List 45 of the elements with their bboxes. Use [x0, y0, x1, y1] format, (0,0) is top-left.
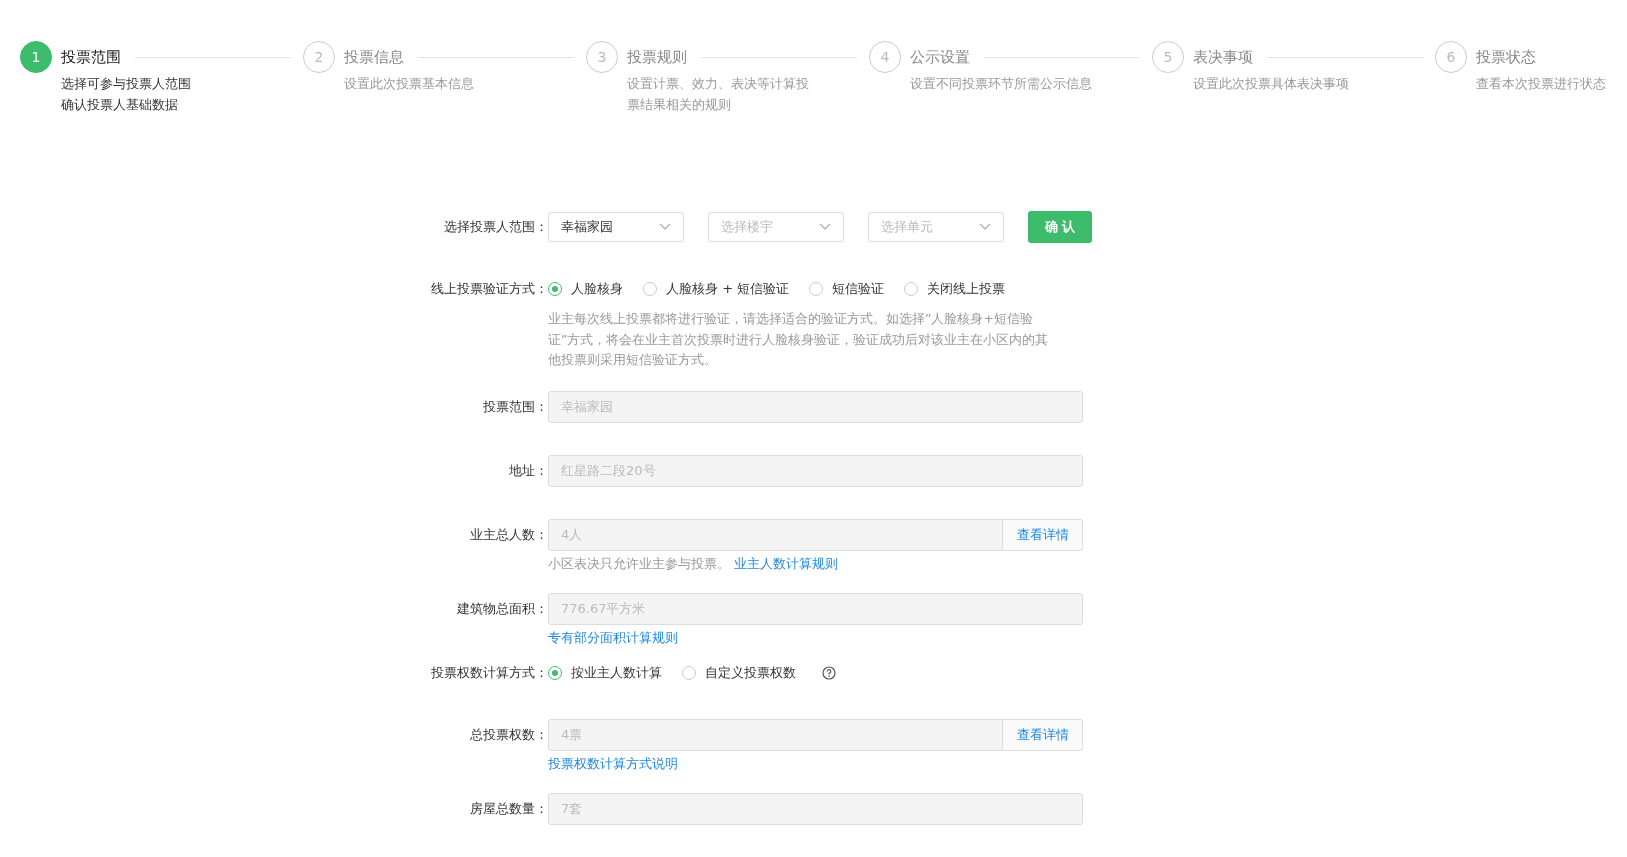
help-icon[interactable] — [822, 665, 836, 680]
radio-option[interactable]: 按业主人数计算 — [548, 663, 662, 682]
confirm-button[interactable]: 确 认 — [1028, 211, 1092, 243]
field-label: 线上投票验证方式： — [430, 280, 548, 298]
radio-option[interactable]: 自定义投票权数 — [682, 663, 796, 682]
field-label: 业主总人数： — [469, 525, 548, 544]
rules-link[interactable]: 专有部分面积计算规则 — [548, 629, 678, 645]
field-label: 总投票权数： — [469, 725, 548, 744]
step-description: 查看本次投票进行状态 — [1476, 75, 1607, 93]
step-description: 设置此次投票基本信息 — [344, 75, 475, 93]
field-label: 投票范围： — [482, 397, 548, 416]
help-text: 业主每次线上投票都将进行验证，请选择适合的验证方式。如选择”人脸核身+短信验证”方式，将会在业主首次投票时进行人脸核身验证，验证成功后对该业主在小区内的其他投票则采用短信验证方式。 — [548, 310, 1050, 369]
radio-option[interactable]: 人脸核身 — [548, 280, 623, 298]
rules-link[interactable]: 投票权数计算方式说明 — [548, 755, 678, 771]
chevron-down-icon — [819, 223, 831, 231]
step-title: 投票范围 — [61, 47, 121, 67]
field-label: 建筑物总面积： — [456, 599, 548, 618]
step-title: 公示设置 — [910, 47, 970, 67]
hint-text: 小区表决只允许业主参与投票。 — [548, 555, 730, 571]
step-description: 设置此次投票具体表决事项 — [1193, 75, 1350, 93]
rules-link[interactable]: 业主人数计算规则 — [734, 555, 839, 571]
field-label: 选择投票人范围： — [443, 218, 548, 236]
chevron-down-icon — [659, 223, 671, 231]
field-label: 投票权数计算方式： — [430, 663, 548, 682]
chevron-down-icon — [979, 223, 991, 231]
radio-option[interactable]: 人脸核身 + 短信验证 — [643, 280, 790, 298]
dropdown[interactable]: 幸福家园 — [548, 212, 684, 242]
view-details-button[interactable]: 查看详情 — [1003, 718, 1083, 751]
step-number[interactable]: 1 — [20, 41, 52, 73]
radio-option[interactable]: 关闭线上投票 — [904, 280, 1006, 298]
field-label: 房屋总数量： — [469, 799, 548, 818]
dropdown[interactable]: 选择单元 — [868, 212, 1004, 242]
step-description: 设置不同投票环节所需公示信息 — [910, 75, 1093, 93]
step-title: 表决事项 — [1193, 47, 1253, 67]
step-description: 选择可参与投票人范围 — [61, 75, 192, 93]
step-description: 票结果相关的规则 — [627, 96, 732, 114]
step-title: 投票状态 — [1476, 47, 1536, 67]
dropdown[interactable]: 选择楼宇 — [708, 212, 844, 242]
step-description: 确认投票人基础数据 — [61, 96, 179, 114]
radio-option[interactable]: 短信验证 — [809, 280, 885, 298]
step-description: 设置计票、效力、表决等计算投 — [627, 75, 810, 93]
step-title: 投票信息 — [344, 47, 404, 67]
view-details-button[interactable]: 查看详情 — [1003, 518, 1083, 551]
field-label: 地址： — [508, 461, 548, 480]
step-title: 投票规则 — [627, 47, 687, 67]
